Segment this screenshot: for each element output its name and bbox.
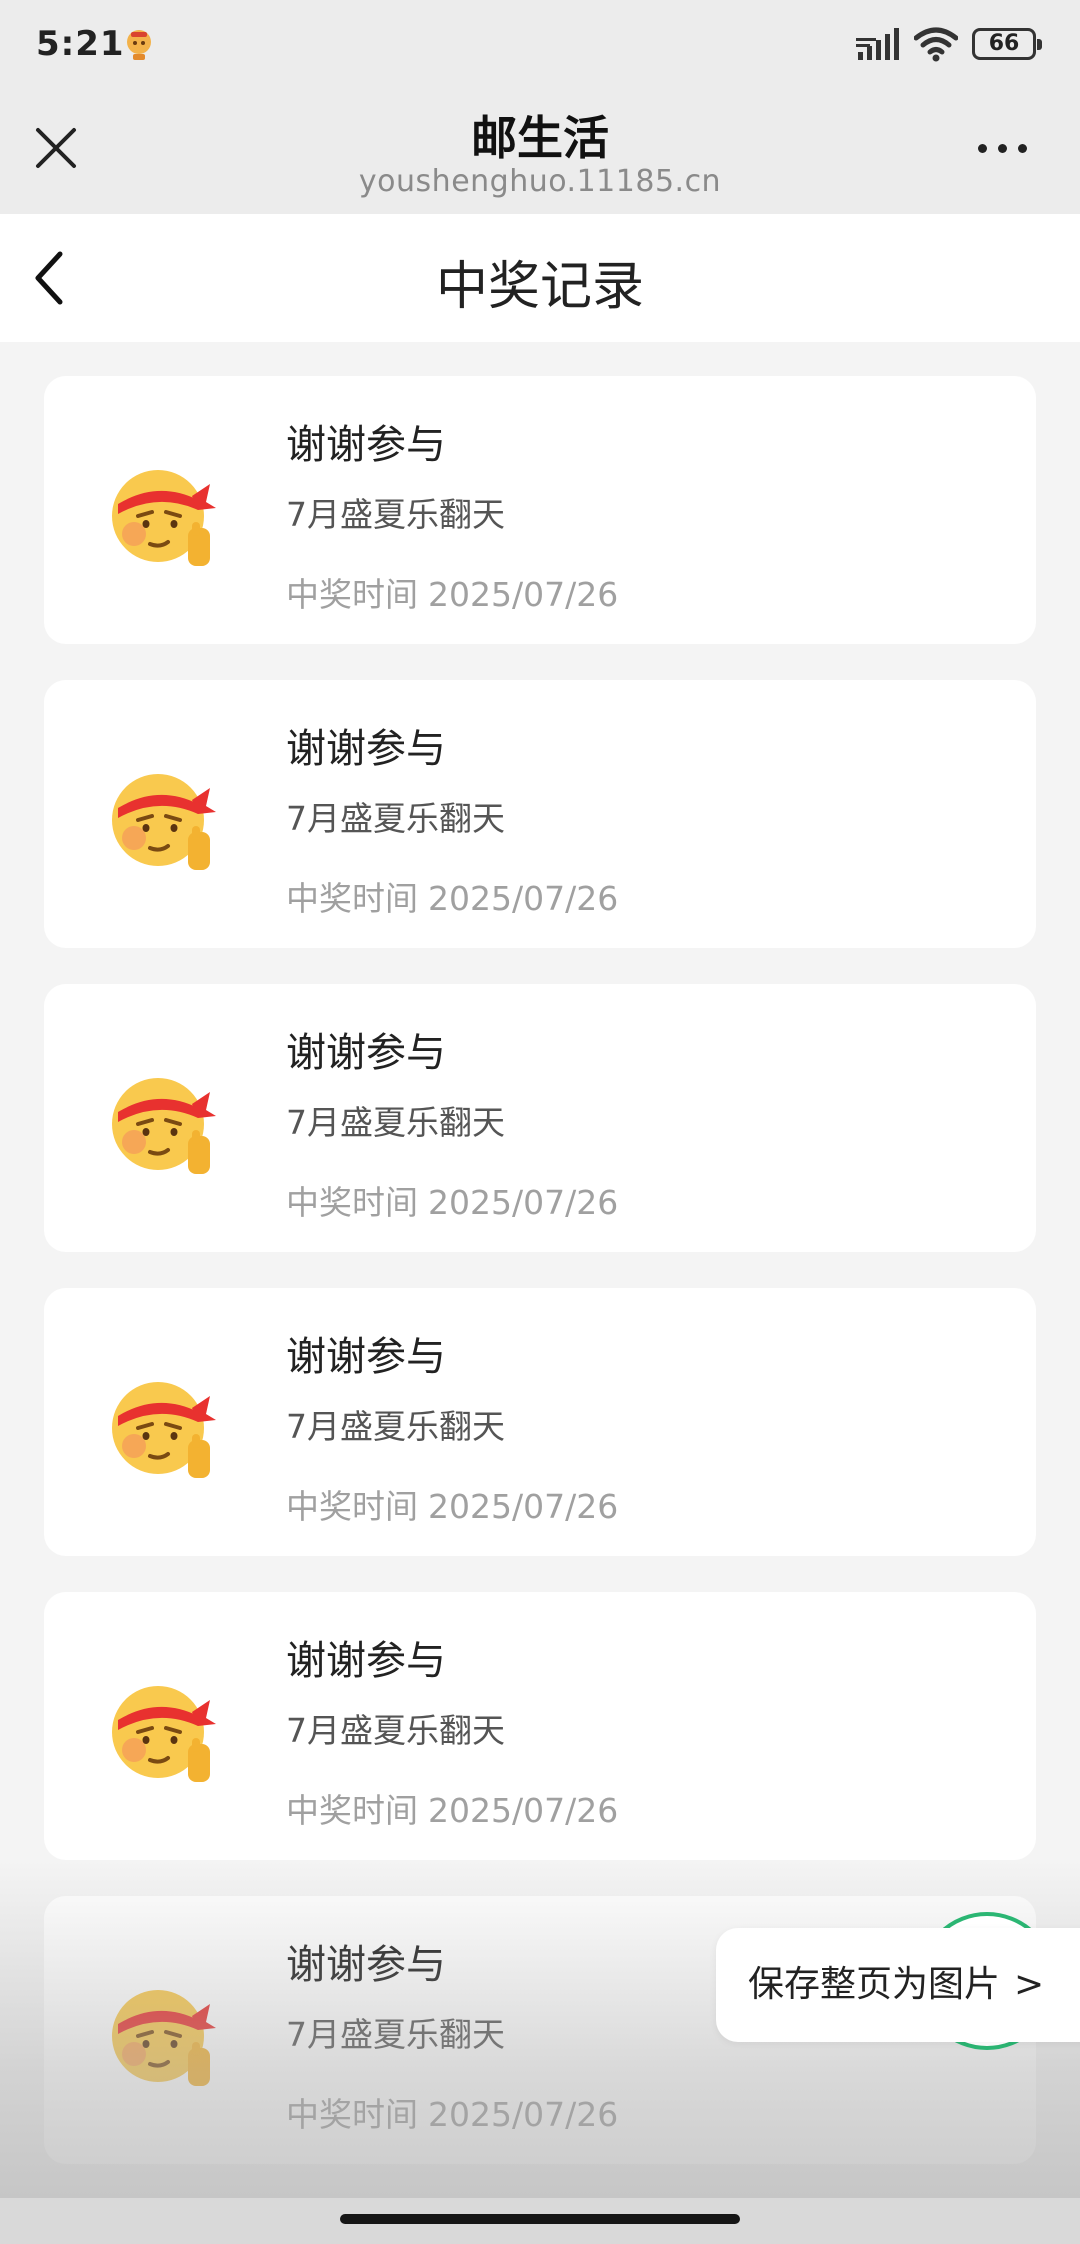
record-time-value: 2025/07/26 bbox=[428, 575, 619, 614]
chevron-right-icon: > bbox=[1014, 1964, 1045, 2005]
record-time-label: 中奖时间 bbox=[286, 1487, 418, 1526]
salute-face-icon bbox=[104, 1366, 224, 1486]
record-title: 谢谢参与 bbox=[286, 1030, 446, 1076]
record-title: 谢谢参与 bbox=[286, 1638, 446, 1684]
record-card[interactable]: 谢谢参与 7月盛夏乐翻天 中奖时间 2025/07/26 bbox=[44, 376, 1036, 644]
browser-header: 邮生活 youshenghuo.11185.cn bbox=[0, 92, 1080, 214]
salute-face-icon bbox=[104, 1670, 224, 1790]
record-time: 中奖时间 2025/07/26 bbox=[286, 2088, 618, 2136]
save-page-label: 保存整页为图片 bbox=[748, 1964, 1001, 2005]
record-activity: 7月盛夏乐翻天 bbox=[286, 495, 505, 534]
record-title: 谢谢参与 bbox=[286, 726, 446, 772]
record-activity: 7月盛夏乐翻天 bbox=[286, 1407, 505, 1446]
salute-face-icon bbox=[104, 758, 224, 878]
record-time-label: 中奖时间 bbox=[286, 1183, 418, 1222]
record-time-label: 中奖时间 bbox=[286, 879, 418, 918]
record-time-value: 2025/07/26 bbox=[428, 879, 619, 918]
record-time-label: 中奖时间 bbox=[286, 575, 418, 614]
status-bar: 5:21 66 bbox=[0, 0, 1080, 92]
record-title: 谢谢参与 bbox=[286, 422, 446, 468]
record-activity: 7月盛夏乐翻天 bbox=[286, 1103, 505, 1142]
record-time-label: 中奖时间 bbox=[286, 1791, 418, 1830]
record-title: 谢谢参与 bbox=[286, 1334, 446, 1380]
record-time: 中奖时间 2025/07/26 bbox=[286, 872, 618, 920]
salute-face-icon bbox=[104, 454, 224, 574]
browser-url: youshenghuo.11185.cn bbox=[358, 164, 722, 199]
salute-face-icon bbox=[104, 1974, 224, 2094]
record-card[interactable]: 谢谢参与 7月盛夏乐翻天 中奖时间 2025/07/26 bbox=[44, 680, 1036, 948]
salute-face-icon bbox=[104, 1062, 224, 1182]
browser-title: 邮生活 bbox=[471, 111, 609, 165]
record-activity: 7月盛夏乐翻天 bbox=[286, 2015, 505, 2054]
record-card[interactable]: 谢谢参与 7月盛夏乐翻天 中奖时间 2025/07/26 bbox=[44, 1288, 1036, 1556]
record-title: 谢谢参与 bbox=[286, 1942, 446, 1988]
status-time: 5:21 bbox=[36, 24, 125, 64]
app-notification-icon bbox=[127, 30, 151, 60]
page: 5:21 66 邮生活 youshenghuo.11185.cn 中奖记录 谢谢… bbox=[0, 0, 1080, 2244]
record-time-value: 2025/07/26 bbox=[428, 1791, 619, 1830]
record-time: 中奖时间 2025/07/26 bbox=[286, 1176, 618, 1224]
record-time-label: 中奖时间 bbox=[286, 2095, 418, 2134]
record-time-value: 2025/07/26 bbox=[428, 1487, 619, 1526]
page-title: 中奖记录 bbox=[435, 257, 644, 317]
record-time: 中奖时间 2025/07/26 bbox=[286, 1784, 618, 1832]
record-time-value: 2025/07/26 bbox=[428, 2095, 619, 2134]
home-indicator[interactable] bbox=[340, 2214, 740, 2224]
record-activity: 7月盛夏乐翻天 bbox=[286, 799, 505, 838]
signal-icon bbox=[856, 28, 899, 60]
battery-icon: 66 bbox=[972, 28, 1042, 60]
save-page-as-image-button[interactable]: 保存整页为图片 > bbox=[716, 1928, 1080, 2042]
wifi-icon bbox=[914, 27, 958, 62]
more-icon[interactable] bbox=[976, 138, 1032, 158]
record-time-value: 2025/07/26 bbox=[428, 1183, 619, 1222]
record-activity: 7月盛夏乐翻天 bbox=[286, 1711, 505, 1750]
record-time: 中奖时间 2025/07/26 bbox=[286, 1480, 618, 1528]
record-card[interactable]: 谢谢参与 7月盛夏乐翻天 中奖时间 2025/07/26 bbox=[44, 1592, 1036, 1860]
nav-bar: 中奖记录 bbox=[0, 214, 1080, 342]
record-card[interactable]: 谢谢参与 7月盛夏乐翻天 中奖时间 2025/07/26 bbox=[44, 984, 1036, 1252]
record-time: 中奖时间 2025/07/26 bbox=[286, 568, 618, 616]
